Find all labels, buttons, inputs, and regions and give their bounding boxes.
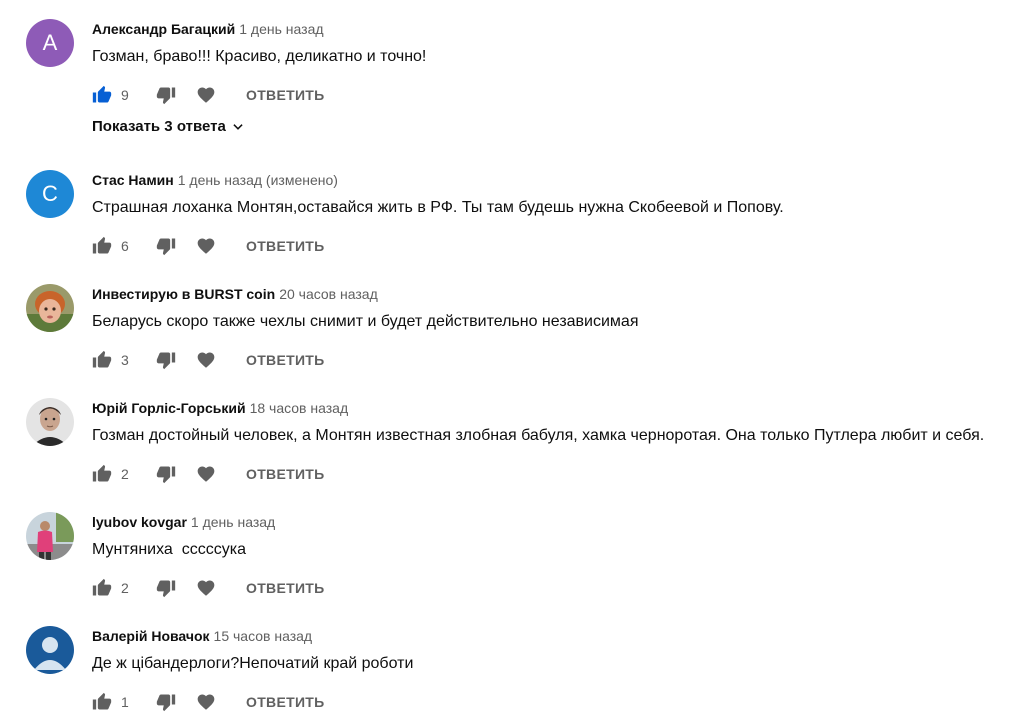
- like-count: 9: [121, 87, 129, 103]
- comment-actions: 2 ОТВЕТИТЬ: [92, 576, 325, 600]
- thumbs-down-icon[interactable]: [156, 692, 176, 712]
- thumbs-down-icon[interactable]: [156, 236, 176, 256]
- like-count: 2: [121, 466, 129, 482]
- heart-icon[interactable]: [196, 692, 216, 712]
- comment-time[interactable]: 1 день назад: [239, 21, 323, 37]
- reply-button[interactable]: ОТВЕТИТЬ: [246, 466, 325, 482]
- default-user-avatar-icon: [26, 626, 74, 674]
- comment-author[interactable]: Инвестирую в BURST coin: [92, 286, 275, 302]
- comment-author[interactable]: Александр Багацкий: [92, 21, 235, 37]
- thumbs-up-icon[interactable]: [92, 464, 112, 484]
- comment-actions: 1 ОТВЕТИТЬ: [92, 690, 325, 714]
- heart-icon[interactable]: [196, 350, 216, 370]
- heart-icon[interactable]: [196, 236, 216, 256]
- child-photo-avatar-icon: [26, 284, 74, 332]
- like-count: 3: [121, 352, 129, 368]
- like-count: 6: [121, 238, 129, 254]
- show-replies-button[interactable]: Показать 3 ответа: [92, 118, 245, 135]
- comment-text: Беларусь скоро также чехлы снимит и буде…: [92, 313, 639, 330]
- avatar[interactable]: [26, 284, 74, 332]
- avatar-letter: C: [42, 181, 58, 206]
- thumbs-down-icon[interactable]: [156, 578, 176, 598]
- reply-button[interactable]: ОТВЕТИТЬ: [246, 580, 325, 596]
- person-outdoor-photo-avatar-icon: [26, 512, 74, 560]
- comment-author[interactable]: lyubov kovgar: [92, 514, 187, 530]
- thumbs-up-icon[interactable]: [92, 578, 112, 598]
- comment-header: Инвестирую в BURST coin 20 часов назад: [92, 285, 378, 303]
- comment-header: lyubov kovgar 1 день назад: [92, 513, 275, 531]
- comment-text: Де ж цібандерлоги?Непочатий край роботи: [92, 655, 414, 672]
- comment-actions: 6 ОТВЕТИТЬ: [92, 234, 325, 258]
- comment-time[interactable]: 18 часов назад: [250, 400, 349, 416]
- heart-icon[interactable]: [196, 578, 216, 598]
- comment-time[interactable]: 1 день назад: [191, 514, 275, 530]
- comment-text: Мунтяниха сссссука: [92, 541, 246, 558]
- like-count: 2: [121, 580, 129, 596]
- comment-author[interactable]: Валерій Новачок: [92, 628, 210, 644]
- reply-button[interactable]: ОТВЕТИТЬ: [246, 238, 325, 254]
- thumbs-up-icon[interactable]: [92, 85, 112, 105]
- comment-header: Стас Намин 1 день назад (изменено): [92, 171, 338, 189]
- avatar[interactable]: A: [26, 19, 74, 67]
- comment-actions: 9 ОТВЕТИТЬ: [92, 83, 325, 107]
- heart-icon[interactable]: [196, 85, 216, 105]
- comment-time[interactable]: 20 часов назад: [279, 286, 378, 302]
- avatar[interactable]: [26, 626, 74, 674]
- reply-button[interactable]: ОТВЕТИТЬ: [246, 87, 325, 103]
- comment-header: Юрій Горліс-Горський 18 часов назад: [92, 399, 348, 417]
- comments-section: A Александр Багацкий 1 день назад Гозман,…: [0, 0, 1025, 721]
- chevron-down-icon: [233, 123, 243, 130]
- like-count: 1: [121, 694, 129, 710]
- comment-text: Гозман, браво!!! Красиво, деликатно и то…: [92, 48, 427, 65]
- thumbs-down-icon[interactable]: [156, 350, 176, 370]
- comment-header: Валерій Новачок 15 часов назад: [92, 627, 312, 645]
- thumbs-down-icon[interactable]: [156, 85, 176, 105]
- comment-time[interactable]: 1 день назад (изменено): [178, 172, 338, 188]
- avatar-letter: A: [42, 30, 58, 55]
- show-replies-label: Показать 3 ответа: [92, 118, 226, 135]
- heart-icon[interactable]: [196, 464, 216, 484]
- reply-button[interactable]: ОТВЕТИТЬ: [246, 694, 325, 710]
- comment-actions: 3 ОТВЕТИТЬ: [92, 348, 325, 372]
- avatar[interactable]: [26, 512, 74, 560]
- reply-button[interactable]: ОТВЕТИТЬ: [246, 352, 325, 368]
- comment-header: Александр Багацкий 1 день назад: [92, 20, 324, 38]
- portrait-photo-avatar-icon: [26, 398, 74, 446]
- thumbs-up-icon[interactable]: [92, 236, 112, 256]
- thumbs-up-icon[interactable]: [92, 350, 112, 370]
- comment-time[interactable]: 15 часов назад: [214, 628, 313, 644]
- comment-author[interactable]: Стас Намин: [92, 172, 174, 188]
- comment-author[interactable]: Юрій Горліс-Горський: [92, 400, 246, 416]
- thumbs-down-icon[interactable]: [156, 464, 176, 484]
- avatar[interactable]: [26, 398, 74, 446]
- thumbs-up-icon[interactable]: [92, 692, 112, 712]
- comment-text: Гозман достойный человек, а Монтян извес…: [92, 427, 985, 444]
- avatar[interactable]: C: [26, 170, 74, 218]
- comment-text: Страшная лоханка Монтян,оставайся жить в…: [92, 199, 784, 216]
- comment-actions: 2 ОТВЕТИТЬ: [92, 462, 325, 486]
